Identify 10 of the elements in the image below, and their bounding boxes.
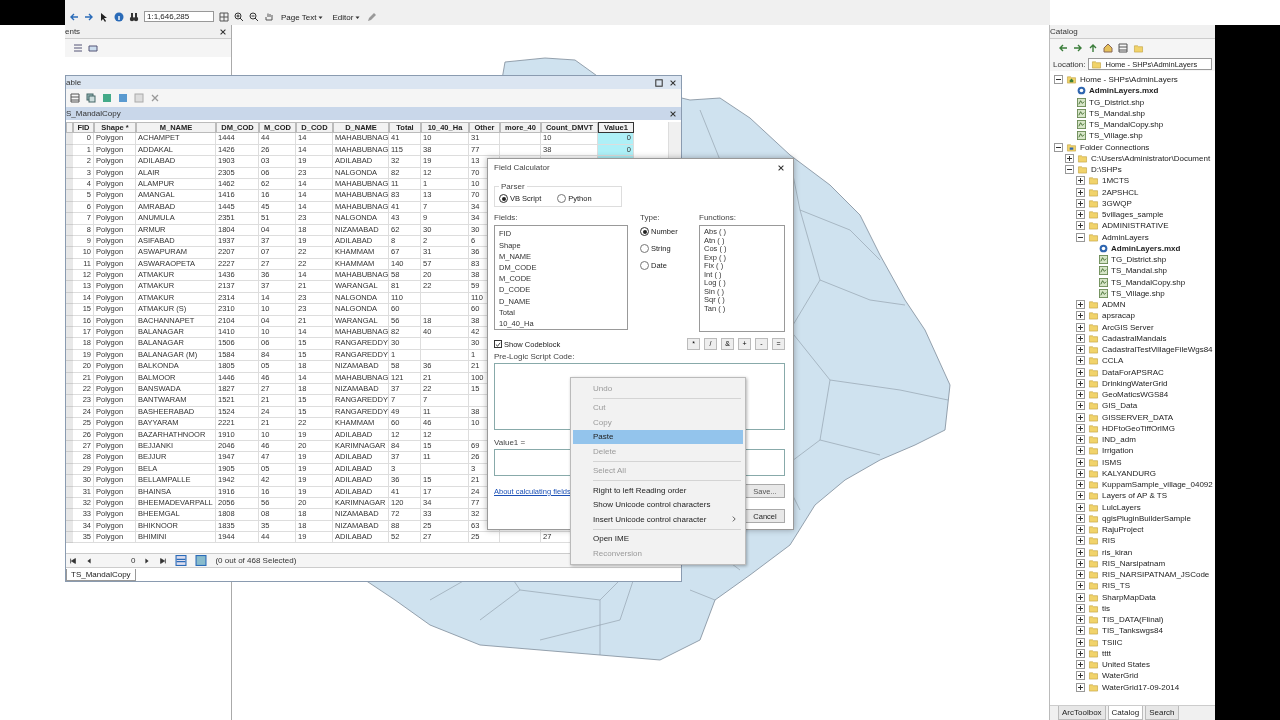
group-label: Parser (500, 181, 526, 191)
panel-title: Catalog (1050, 27, 1078, 36)
table-tab-title: S_MandalCopy (66, 109, 121, 118)
functions-label: Functions: (699, 213, 736, 223)
selection-status: (0 out of 468 Selected) (215, 556, 297, 565)
location-label: Location: (1053, 59, 1086, 69)
panel-title: ents (65, 27, 81, 36)
type-label: Type: (640, 213, 660, 223)
record-number: 0 (131, 556, 136, 565)
window-title: able (66, 78, 82, 87)
